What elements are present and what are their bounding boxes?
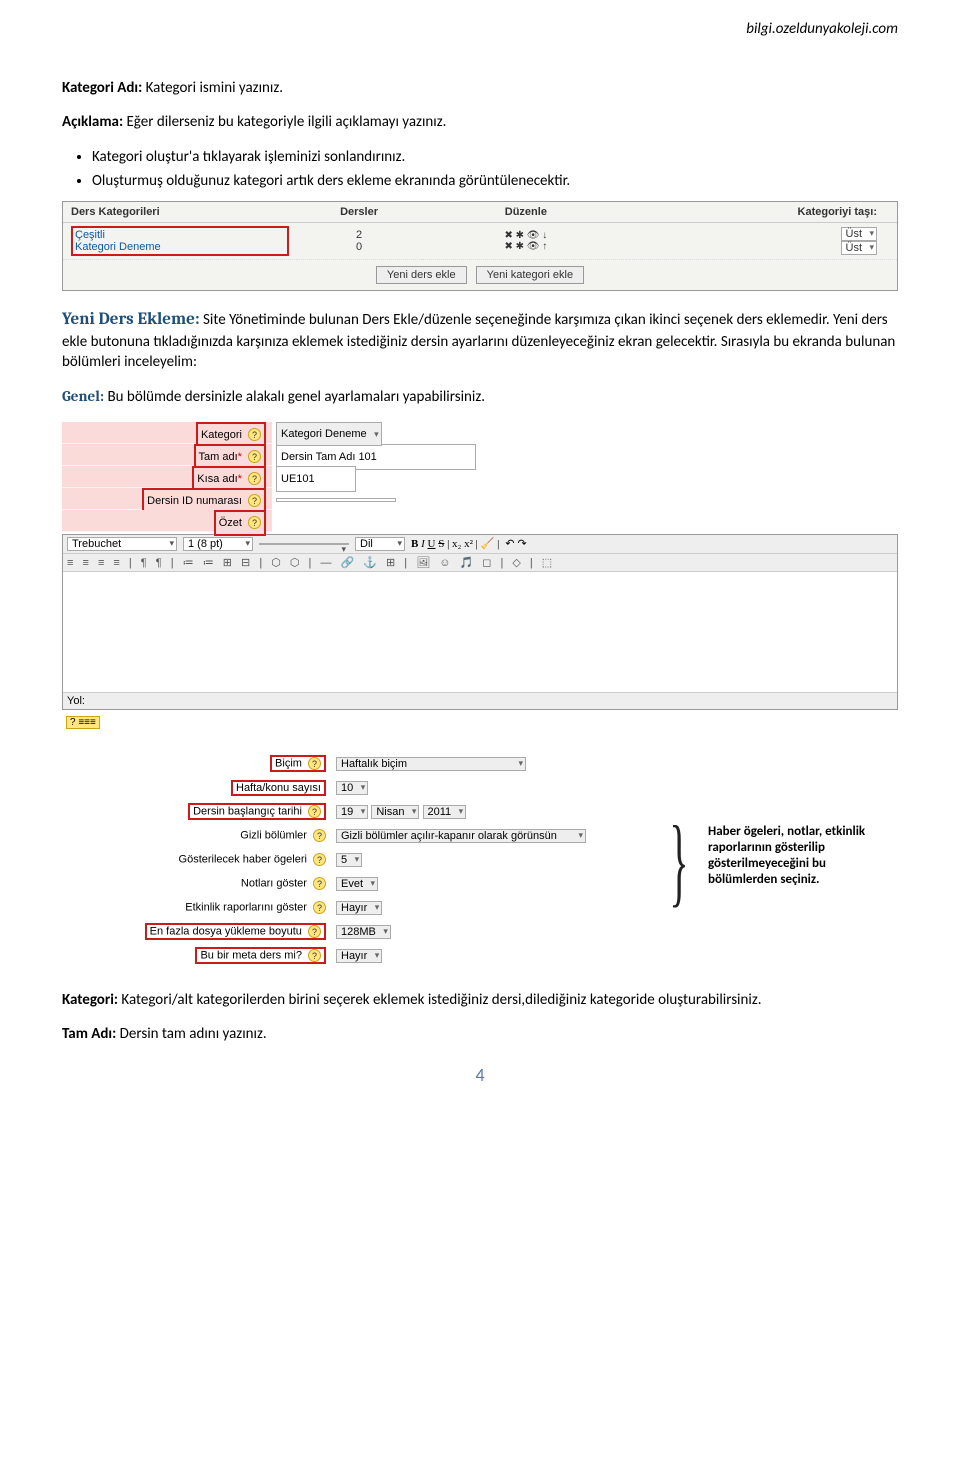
edit-icons[interactable]: ✖ ✱ 👁 ↓ (504, 230, 547, 241)
para-tam-adi-desc: Tam Adı: Dersin tam adını yazınız. (62, 1024, 898, 1044)
course-count: 2 (356, 229, 362, 241)
category-link[interactable]: Kategori Deneme (75, 241, 161, 253)
help-icon[interactable]: ? (248, 494, 261, 507)
para-kategori-desc: Kategori: Kategori/alt kategorilerden bi… (62, 990, 898, 1010)
list-item: Oluşturmuş olduğunuz kategori artık ders… (92, 171, 898, 191)
label-id: Dersin ID numarası (147, 495, 242, 507)
list-item: Kategori oluştur'a tıklayarak işleminizi… (92, 147, 898, 167)
help-icon[interactable]: ? (313, 901, 326, 914)
para-yeni-ders: Yeni Ders Ekleme: Site Yönetiminde bulun… (62, 309, 898, 372)
th-tasi: Kategoriyi taşı: (630, 202, 897, 223)
page-number: 4 (62, 1064, 898, 1086)
new-category-button[interactable]: Yeni kategori ekle (476, 266, 584, 284)
label-haber: Gösterilecek haber ögeleri (179, 854, 307, 866)
help-icon[interactable]: ? (308, 949, 321, 962)
header-url: bilgi.ozeldunyakoleji.com (62, 20, 898, 38)
new-course-button[interactable]: Yeni ders ekle (376, 266, 467, 284)
label-etkinlik: Etkinlik raporlarını göster (185, 902, 307, 914)
select-hafta[interactable]: 10 (336, 781, 368, 795)
font-select[interactable]: Trebuchet (67, 537, 177, 551)
brace-icon: } (669, 816, 688, 906)
select-not[interactable]: Evet (336, 877, 378, 891)
course-settings-screenshot: Biçim ? Haftalık biçim Hafta/konu sayısı 1… (62, 752, 898, 968)
label-ozet: Özet (219, 517, 242, 529)
help-icon[interactable]: ? (313, 877, 326, 890)
annotation-note: Haber ögeleri, notlar, etkinlik raporlar… (708, 824, 893, 889)
editor-path: Yol: (63, 692, 897, 709)
rich-text-editor[interactable]: Trebuchet 1 (8 pt) Dil B I U S | x₂ x² |… (62, 534, 898, 710)
category-table-screenshot: Ders Kategorileri Dersler Düzenle Katego… (62, 201, 898, 291)
editor-toolbar-2[interactable]: ≡ ≡ ≡ ≡ | ¶ ¶ | ≔ ≔ ⊞ ⊟ | ⬡ ⬡ | — 🔗 ⚓ ⊞ … (63, 554, 897, 572)
format-buttons[interactable]: B I U S | x₂ x² | 🧹 | (411, 537, 499, 550)
help-icon[interactable]: ? (313, 853, 326, 866)
select-year[interactable]: 2011 (423, 805, 467, 819)
lang-select[interactable]: Dil (355, 537, 405, 551)
label-hafta: Hafta/konu sayısı (236, 782, 321, 794)
table-row: ÇeşitliKategori Deneme 20 ✖ ✱ 👁 ↓✖ ✱ 👁 ↑… (63, 223, 897, 260)
label-tam-adi: Tam adı (199, 451, 238, 463)
para-genel: Genel: Bu bölümde dersinizle alakalı gen… (62, 386, 898, 407)
label-tarih: Dersin başlangıç tarihi (193, 806, 302, 818)
input-id[interactable] (276, 498, 396, 502)
undo-redo-buttons[interactable]: ↶ ↷ (505, 537, 527, 550)
label-gizli: Gizli bölümler (240, 830, 307, 842)
select-kategori[interactable]: Kategori Deneme (276, 422, 382, 446)
select-haber[interactable]: 5 (336, 853, 362, 867)
label-meta: Bu bir meta ders mi? (200, 950, 301, 962)
th-duzenle: Düzenle (422, 202, 631, 223)
label-bicim: Biçim (275, 758, 302, 770)
select-gizli[interactable]: Gizli bölümler açılır-kapanır olarak gör… (336, 829, 586, 843)
help-icon[interactable]: ? (313, 829, 326, 842)
help-icon[interactable]: ? (248, 516, 261, 529)
para-aciklama: Açıklama: Eğer dilerseniz bu kategoriyle… (62, 112, 898, 132)
course-count: 0 (356, 241, 362, 253)
help-icon[interactable]: ? (308, 805, 321, 818)
label-dosya: En fazla dosya yükleme boyutu (150, 926, 302, 938)
smiley-toggle[interactable]: ? ≡≡≡ (66, 716, 100, 729)
style-select[interactable] (259, 543, 349, 545)
bullet-list: Kategori oluştur'a tıklayarak işleminizi… (92, 147, 898, 192)
help-icon[interactable]: ? (248, 472, 261, 485)
select-month[interactable]: Nisan (371, 805, 419, 819)
category-link[interactable]: Çeşitli (75, 229, 105, 241)
select-meta[interactable]: Hayır (336, 949, 382, 963)
label-not: Notları göster (241, 878, 307, 890)
label-kategori: Kategori (201, 429, 242, 441)
th-kategoriler: Ders Kategorileri (63, 202, 297, 223)
help-icon[interactable]: ? (248, 428, 261, 441)
help-icon[interactable]: ? (308, 925, 321, 938)
th-dersler: Dersler (297, 202, 422, 223)
select-dosya[interactable]: 128MB (336, 925, 391, 939)
help-icon[interactable]: ? (308, 757, 321, 770)
help-icon[interactable]: ? (248, 450, 261, 463)
select-day[interactable]: 19 (336, 805, 368, 819)
select-etkinlik[interactable]: Hayır (336, 901, 382, 915)
course-form-screenshot: Kategori ? Kategori Deneme Tam adı* ? De… (62, 422, 898, 732)
move-select[interactable]: Üst (841, 241, 878, 255)
size-select[interactable]: 1 (8 pt) (183, 537, 253, 551)
editor-body[interactable] (63, 572, 897, 692)
edit-icons[interactable]: ✖ ✱ 👁 ↑ (504, 241, 547, 252)
label-kisa-adi: Kısa adı (197, 473, 237, 485)
select-bicim[interactable]: Haftalık biçim (336, 757, 526, 771)
para-kategori-adi: Kategori Adı: Kategori ismini yazınız. (62, 78, 898, 98)
move-select[interactable]: Üst (841, 227, 878, 241)
